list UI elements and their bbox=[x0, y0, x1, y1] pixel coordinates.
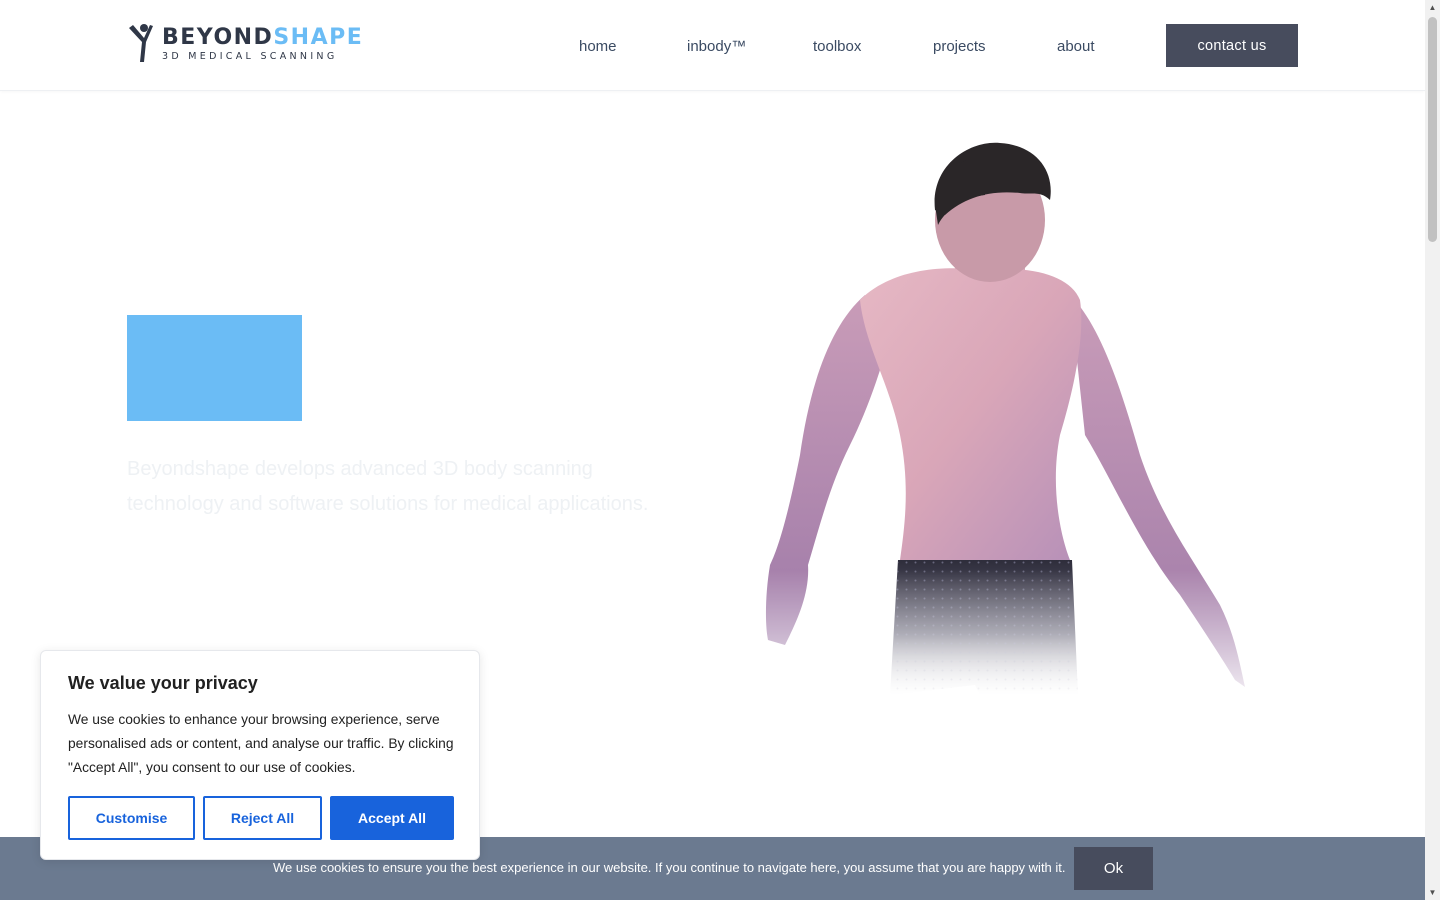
nav-projects[interactable]: projects bbox=[933, 38, 986, 55]
figure-logo-icon bbox=[129, 24, 153, 62]
nav-inbody[interactable]: inbody™ bbox=[687, 38, 746, 55]
logo-subtitle: 3D MEDICAL SCANNING bbox=[162, 51, 338, 62]
cookie-consent-modal: We value your privacy We use cookies to … bbox=[40, 650, 480, 860]
nav-home[interactable]: home bbox=[579, 38, 617, 55]
hero-accent-block bbox=[127, 315, 302, 421]
customise-button[interactable]: Customise bbox=[68, 796, 195, 840]
page-scrollbar[interactable]: ▲ ▼ bbox=[1425, 0, 1440, 900]
nav-toolbox[interactable]: toolbox bbox=[813, 38, 861, 55]
scrollbar-thumb[interactable] bbox=[1428, 17, 1437, 242]
logo-wordmark: BEYONDSHAPE bbox=[162, 25, 364, 50]
nav-about[interactable]: about bbox=[1057, 38, 1095, 55]
site-logo[interactable]: BEYONDSHAPE 3D MEDICAL SCANNING bbox=[127, 22, 362, 64]
triangle-up-icon[interactable]: ▲ bbox=[1425, 0, 1440, 15]
hero-tagline: Beyondshape develops advanced 3D body sc… bbox=[127, 458, 649, 515]
accept-all-button[interactable]: Accept All bbox=[330, 796, 454, 840]
cookie-modal-text: We use cookies to enhance your browsing … bbox=[68, 712, 454, 775]
contact-us-button[interactable]: contact us bbox=[1166, 24, 1298, 67]
reject-all-button[interactable]: Reject All bbox=[203, 796, 322, 840]
cookie-modal-title: We value your privacy bbox=[68, 673, 258, 693]
triangle-down-icon[interactable]: ▼ bbox=[1425, 885, 1440, 900]
site-header: BEYONDSHAPE 3D MEDICAL SCANNING home inb… bbox=[0, 0, 1425, 91]
ok-button[interactable]: Ok bbox=[1074, 847, 1153, 890]
cookie-notice-text: We use cookies to ensure you the best ex… bbox=[273, 860, 1066, 875]
body-scan-image bbox=[765, 142, 1245, 695]
